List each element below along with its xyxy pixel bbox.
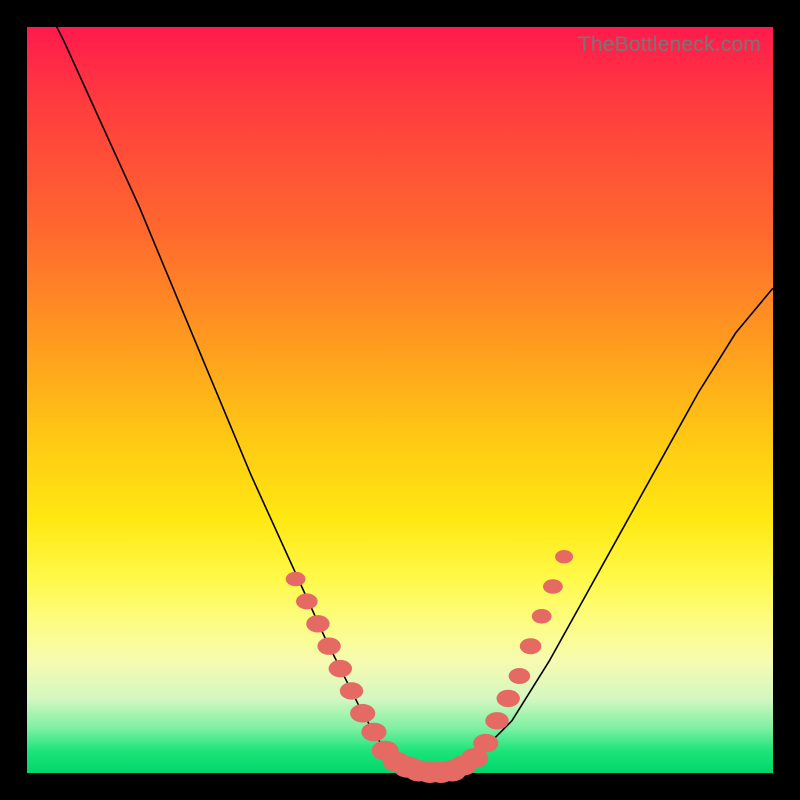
curve-marker <box>520 638 542 654</box>
curve-marker <box>329 660 352 677</box>
curve-marker <box>286 572 306 587</box>
curve-marker <box>555 550 573 563</box>
curve-marker <box>532 609 552 624</box>
curve-marker <box>543 579 563 594</box>
curve-marker <box>485 712 508 729</box>
curve-marker <box>350 704 375 723</box>
chart-svg <box>27 27 773 773</box>
curve-marker <box>296 593 318 609</box>
bottleneck-curve <box>27 0 773 773</box>
curve-marker <box>473 734 498 753</box>
curve-marker <box>361 723 386 742</box>
curve-marker <box>306 615 329 632</box>
curve-marker <box>317 638 340 655</box>
curve-marker <box>340 682 363 699</box>
curve-marker <box>497 690 520 707</box>
chart-plot-area: TheBottleneck.com <box>27 27 773 773</box>
curve-marker <box>509 668 531 684</box>
marker-layer <box>286 550 573 783</box>
